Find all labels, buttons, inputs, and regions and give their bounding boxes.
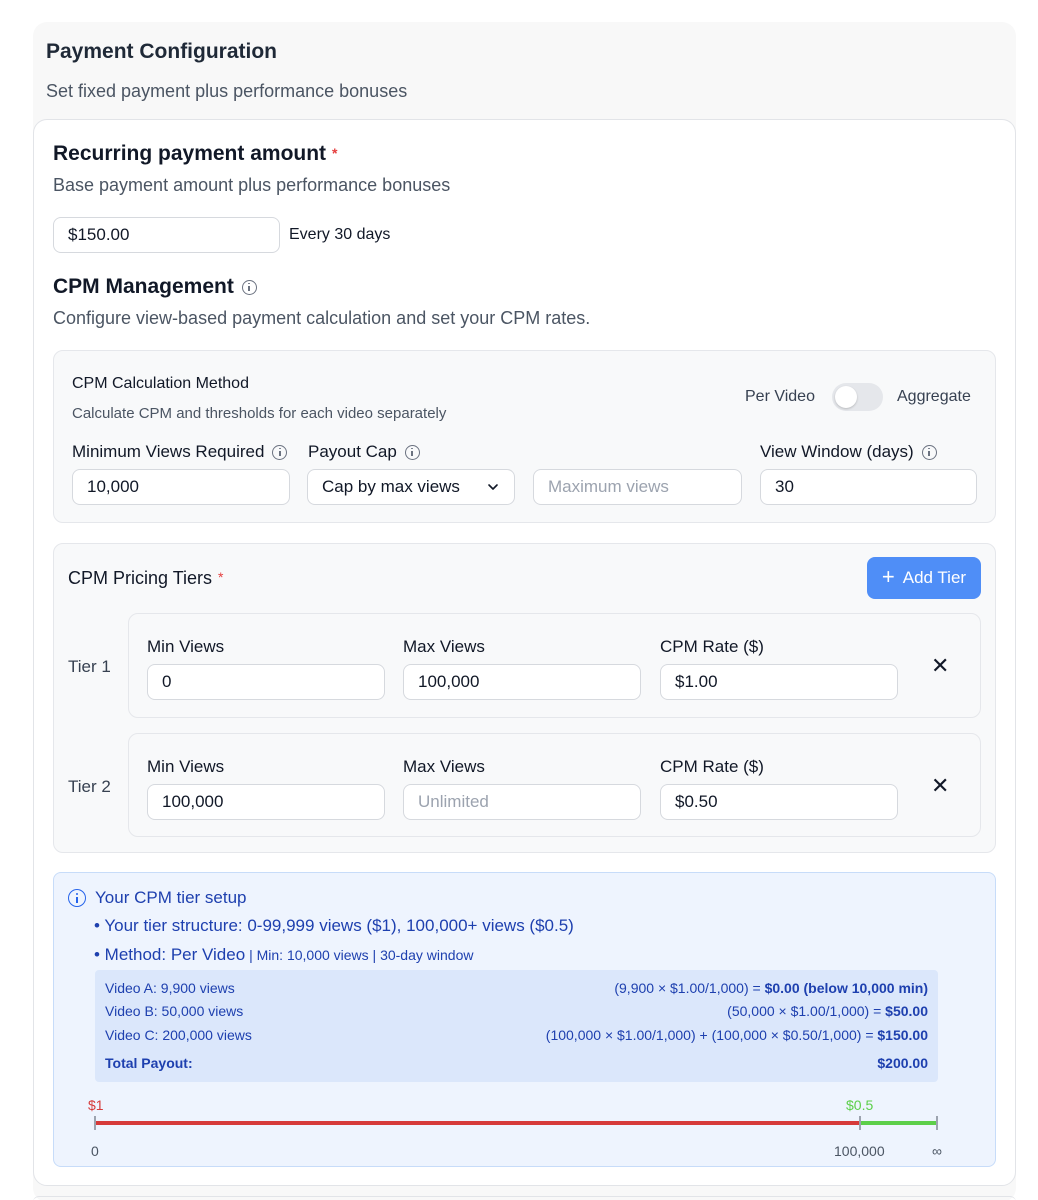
required-asterisk: * bbox=[218, 569, 224, 585]
chevron-down-icon bbox=[488, 484, 498, 490]
toggle-knob bbox=[835, 386, 857, 408]
pricing-tiers-title: CPM Pricing Tiers * bbox=[68, 568, 223, 589]
tier-label: Tier 1 bbox=[68, 657, 111, 676]
next-card-edge bbox=[33, 1196, 1016, 1200]
tier-setup-title: Your CPM tier setup bbox=[95, 888, 247, 907]
tier-label: Tier 2 bbox=[68, 777, 111, 796]
example-video: Video A: 9,900 views bbox=[105, 980, 235, 996]
example-row: Video A: 9,900 views (9,900 × $1.00/1,00… bbox=[105, 980, 928, 996]
total-payout-value: $200.00 bbox=[877, 1055, 928, 1071]
total-payout-row: Total Payout: $200.00 bbox=[105, 1055, 928, 1071]
example-video: Video B: 50,000 views bbox=[105, 1003, 244, 1019]
plus-icon: + bbox=[881, 564, 895, 589]
method-line-detail: | Min: 10,000 views | 30-day window bbox=[245, 947, 474, 963]
calculation-method-toggle[interactable] bbox=[832, 383, 883, 411]
payout-cap-label-text: Payout Cap bbox=[308, 442, 397, 461]
page-subtitle: Set fixed payment plus performance bonus… bbox=[46, 81, 408, 101]
info-icon[interactable] bbox=[272, 444, 288, 460]
scale-breakpoint-label: 100,000 bbox=[834, 1143, 885, 1159]
example-calculation: (100,000 × $1.00/1,000) + (100,000 × $0.… bbox=[546, 1027, 928, 1043]
tier-2-rate-label: $0.5 bbox=[846, 1097, 874, 1113]
example-video: Video C: 200,000 views bbox=[105, 1027, 252, 1043]
payout-cap-label: Payout Cap bbox=[308, 442, 420, 462]
toggle-label-per-video[interactable]: Per Video bbox=[745, 388, 815, 406]
page-title: Payment Configuration bbox=[46, 40, 278, 63]
scale-start-label: 0 bbox=[91, 1143, 99, 1159]
tier-max-views-input[interactable] bbox=[403, 784, 641, 820]
min-views-field-label: Min Views bbox=[147, 637, 225, 656]
min-views-input[interactable] bbox=[72, 469, 290, 505]
example-result: $50.00 bbox=[885, 1003, 928, 1019]
example-result: $150.00 bbox=[877, 1027, 928, 1043]
tier-1-range-bar bbox=[95, 1121, 860, 1125]
min-views-label: Minimum Views Required bbox=[72, 442, 288, 462]
payout-cap-select[interactable]: Cap by max views bbox=[307, 469, 515, 505]
example-row: Video C: 200,000 views (100,000 × $1.00/… bbox=[105, 1027, 928, 1043]
view-window-label-text: View Window (days) bbox=[760, 442, 914, 461]
tier-min-views-input[interactable] bbox=[147, 784, 385, 820]
example-formula: (50,000 × $1.00/1,000) = bbox=[727, 1003, 886, 1019]
method-line-text: • Method: Per Video bbox=[94, 945, 246, 964]
tier-2-range-bar bbox=[860, 1121, 937, 1125]
cpm-management-description: Configure view-based payment calculation… bbox=[53, 308, 591, 328]
cpm-management-title-text: CPM Management bbox=[53, 275, 234, 298]
total-payout-label: Total Payout: bbox=[105, 1055, 193, 1071]
scale-tick bbox=[94, 1116, 96, 1130]
cpm-management-title: CPM Management bbox=[53, 275, 257, 299]
calculation-method-title: CPM Calculation Method bbox=[72, 375, 249, 392]
view-window-input[interactable] bbox=[760, 469, 977, 505]
method-line: • Method: Per Video | Min: 10,000 views … bbox=[94, 945, 473, 965]
scale-end-label: ∞ bbox=[932, 1143, 942, 1159]
required-asterisk: * bbox=[332, 145, 338, 161]
toggle-label-aggregate[interactable]: Aggregate bbox=[897, 388, 971, 406]
add-tier-label: Add Tier bbox=[902, 568, 967, 587]
example-formula: (9,900 × $1.00/1,000) = bbox=[614, 980, 765, 996]
scale-tick bbox=[859, 1116, 861, 1130]
remove-tier-close-icon[interactable]: ✕ bbox=[931, 655, 949, 677]
cpm-rate-field-label: CPM Rate ($) bbox=[660, 637, 764, 656]
remove-tier-close-icon[interactable]: ✕ bbox=[931, 775, 949, 797]
min-views-field-label: Min Views bbox=[147, 757, 225, 776]
payout-cap-selected: Cap by max views bbox=[322, 477, 460, 496]
cpm-rate-field-label: CPM Rate ($) bbox=[660, 757, 764, 776]
recurring-payment-title-text: Recurring payment amount bbox=[53, 142, 327, 165]
info-icon bbox=[68, 889, 86, 907]
scale-tick bbox=[936, 1116, 938, 1130]
pricing-tiers-title-text: CPM Pricing Tiers bbox=[68, 568, 213, 588]
calculation-method-description: Calculate CPM and thresholds for each vi… bbox=[72, 405, 447, 422]
payment-amount-input[interactable] bbox=[53, 217, 280, 253]
tier-1-rate-label: $1 bbox=[88, 1097, 104, 1113]
add-tier-button[interactable]: + Add Tier bbox=[867, 557, 981, 599]
tier-max-views-input[interactable] bbox=[403, 664, 641, 700]
tier-min-views-input[interactable] bbox=[147, 664, 385, 700]
info-icon[interactable] bbox=[241, 279, 257, 295]
max-views-field-label: Max Views bbox=[403, 757, 485, 776]
max-views-field-label: Max Views bbox=[403, 637, 485, 656]
example-calculation: (50,000 × $1.00/1,000) = $50.00 bbox=[727, 1003, 928, 1019]
example-row: Video B: 50,000 views (50,000 × $1.00/1,… bbox=[105, 1003, 928, 1019]
payment-frequency: Every 30 days bbox=[289, 226, 391, 243]
recurring-payment-description: Base payment amount plus performance bon… bbox=[53, 175, 451, 195]
info-icon[interactable] bbox=[921, 444, 937, 460]
tier-structure-line: • Your tier structure: 0-99,999 views ($… bbox=[94, 916, 574, 935]
tier-cpm-rate-input[interactable] bbox=[660, 664, 898, 700]
info-icon[interactable] bbox=[404, 444, 420, 460]
example-result: $0.00 (below 10,000 min) bbox=[764, 980, 928, 996]
max-views-cap-input[interactable] bbox=[533, 469, 742, 505]
example-formula: (100,000 × $1.00/1,000) + (100,000 × $0.… bbox=[545, 1027, 878, 1043]
min-views-label-text: Minimum Views Required bbox=[72, 442, 265, 461]
view-window-label: View Window (days) bbox=[760, 442, 937, 462]
recurring-payment-title: Recurring payment amount * bbox=[53, 142, 338, 166]
tier-cpm-rate-input[interactable] bbox=[660, 784, 898, 820]
example-calculation: (9,900 × $1.00/1,000) = $0.00 (below 10,… bbox=[614, 980, 928, 996]
